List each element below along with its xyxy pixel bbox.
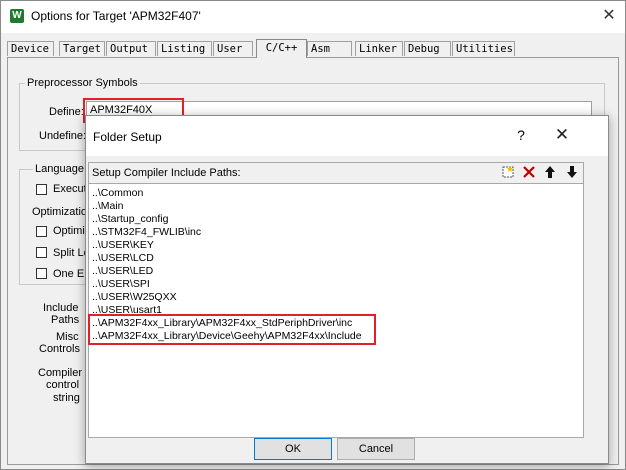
tab-user[interactable]: User <box>213 41 253 56</box>
optimization-label: Optimizatio <box>32 206 88 218</box>
list-header: Setup Compiler Include Paths: <box>88 162 584 184</box>
tab-c-cpp[interactable]: C/C++ <box>256 39 307 58</box>
string-label: string <box>53 392 80 404</box>
tab-asm[interactable]: Asm <box>307 41 352 56</box>
move-up-icon[interactable] <box>541 165 558 181</box>
include-path-list[interactable]: ..\Common ..\Main ..\Startup_config ..\S… <box>88 183 584 438</box>
keil-app-icon: W <box>10 9 24 23</box>
tab-target[interactable]: Target <box>59 41 105 56</box>
tab-output[interactable]: Output <box>106 41 156 56</box>
tab-device[interactable]: Device <box>7 41 54 56</box>
execute-only-checkbox[interactable] <box>36 184 47 195</box>
ok-button[interactable]: OK <box>254 438 332 460</box>
optimize-time-checkbox[interactable] <box>36 226 47 237</box>
execute-only-label: Execut <box>53 183 87 195</box>
controls-label: Controls <box>39 343 80 355</box>
control-label: control <box>46 379 80 391</box>
list-item[interactable]: ..\APM32F4xx_Library\APM32F4xx_StdPeriph… <box>92 317 352 330</box>
undefine-label: Undefine: <box>39 130 87 142</box>
dialog-title-bar: Folder Setup ? ✕ <box>86 116 608 156</box>
paths-label: Paths <box>51 314 80 326</box>
list-item[interactable]: ..\USER\LCD <box>92 252 154 265</box>
window-title: Options for Target 'APM32F407' <box>31 9 201 23</box>
close-icon[interactable]: ✕ <box>552 125 572 145</box>
tab-listing[interactable]: Listing <box>157 41 212 56</box>
list-item[interactable]: ..\Main <box>92 200 124 213</box>
list-item[interactable]: ..\USER\usart1 <box>92 304 162 317</box>
list-item[interactable]: ..\USER\KEY <box>92 239 154 252</box>
list-item[interactable]: ..\STM32F4_FWLIB\inc <box>92 226 201 239</box>
move-down-icon[interactable] <box>563 165 580 181</box>
one-elf-checkbox[interactable] <box>36 268 47 279</box>
list-item[interactable]: ..\APM32F4xx_Library\Device\Geehy\APM32F… <box>92 330 362 343</box>
folder-setup-dialog: Folder Setup ? ✕ Setup Compiler Include … <box>85 115 609 464</box>
tab-strip: Device Target Output Listing User C/C++ … <box>7 39 619 58</box>
language-group-label: Language <box>33 163 86 175</box>
dialog-title: Folder Setup <box>93 130 162 144</box>
new-folder-icon[interactable] <box>499 165 516 181</box>
list-item[interactable]: ..\USER\W25QXX <box>92 291 177 304</box>
compiler-label: Compiler <box>38 367 83 379</box>
split-load-checkbox[interactable] <box>36 247 47 258</box>
close-icon[interactable]: ✕ <box>599 6 619 26</box>
cancel-button[interactable]: Cancel <box>337 438 415 460</box>
include-label: Include <box>43 302 79 314</box>
tab-utilities[interactable]: Utilities <box>452 41 515 56</box>
define-label: Define: <box>49 106 84 118</box>
include-paths-label: Setup Compiler Include Paths: <box>92 167 241 179</box>
list-item[interactable]: ..\USER\SPI <box>92 278 150 291</box>
tab-linker[interactable]: Linker <box>355 41 403 56</box>
delete-icon[interactable] <box>520 165 537 181</box>
tab-debug[interactable]: Debug <box>404 41 451 56</box>
title-bar: W Options for Target 'APM32F407' ✕ <box>1 1 625 33</box>
list-item[interactable]: ..\USER\LED <box>92 265 153 278</box>
list-item[interactable]: ..\Startup_config <box>92 213 168 226</box>
misc-label: Misc <box>56 331 79 343</box>
options-window: W Options for Target 'APM32F407' ✕ Devic… <box>0 0 626 470</box>
help-icon[interactable]: ? <box>514 127 528 143</box>
preprocessor-group-label: Preprocessor Symbols <box>25 77 140 89</box>
list-item[interactable]: ..\Common <box>92 187 143 200</box>
